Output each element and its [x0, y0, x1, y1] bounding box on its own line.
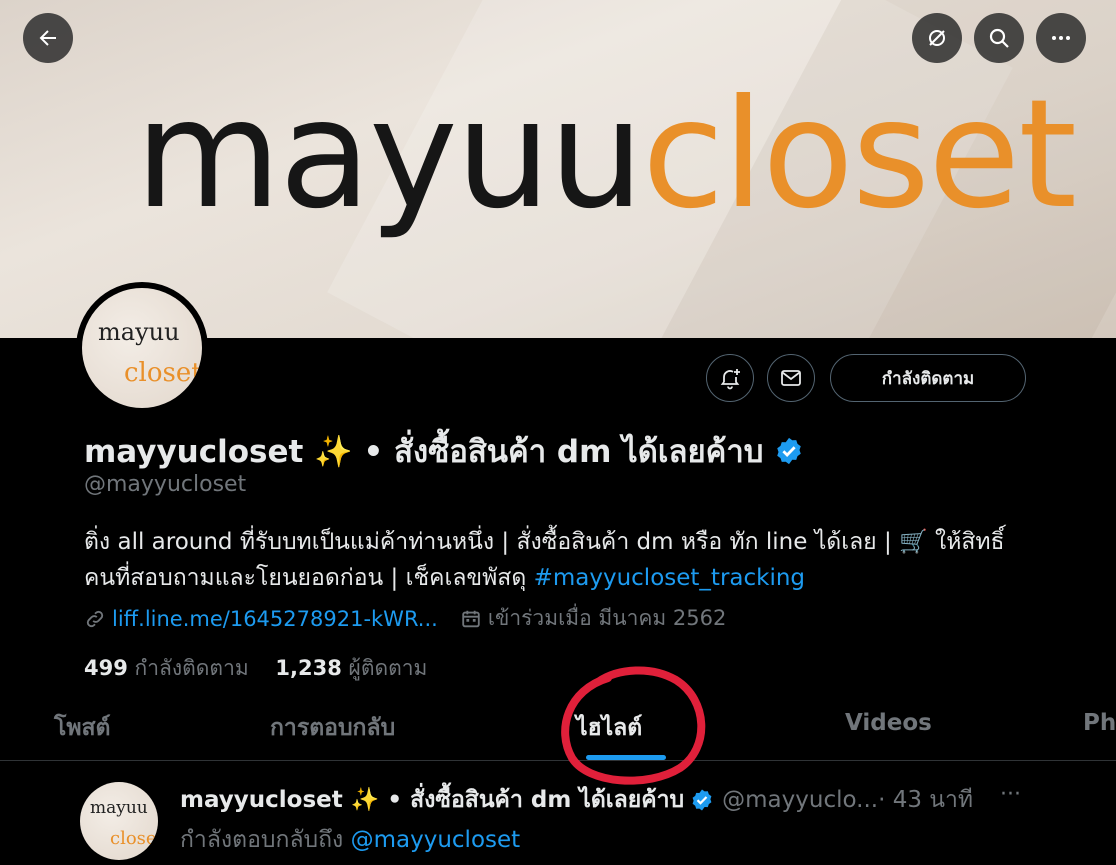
display-name-text: mayyucloset ✨ • สั่งซื้อสินค้า dm ได้เลย… — [84, 434, 764, 470]
tab-replies[interactable]: การตอบกลับ — [270, 710, 395, 746]
following-count: 499 — [84, 656, 128, 680]
avatar-image: mayuu closet — [82, 288, 202, 408]
banner-logo-word-mayuu: mayuu — [135, 68, 644, 242]
notify-button[interactable] — [706, 354, 754, 402]
following-stat[interactable]: 499 กำลังติดตาม — [84, 656, 249, 680]
post-time[interactable]: · 43 นาที — [878, 782, 973, 818]
joined-date: เข้าร่วมเมื่อ มีนาคม 2562 — [487, 606, 727, 630]
grok-button[interactable] — [912, 13, 962, 63]
banner-logo-word-closet: closet — [641, 68, 1077, 242]
profile-stats: 499 กำลังติดตาม 1,238 ผู้ติดตาม — [84, 652, 427, 685]
red-circle-annotation — [561, 666, 706, 785]
grok-icon — [929, 30, 945, 46]
followers-count: 1,238 — [275, 656, 342, 680]
post-avatar-text-closet: closet — [110, 828, 158, 849]
reply-to-handle-link[interactable]: @mayyucloset — [351, 827, 521, 853]
more-horizontal-icon — [1052, 36, 1070, 40]
post-header: mayyucloset ✨ • สั่งซื้อสินค้า dm ได้เลย… — [180, 782, 973, 818]
more-button[interactable] — [1036, 13, 1086, 63]
display-name: mayyucloset ✨ • สั่งซื้อสินค้า dm ได้เลย… — [84, 426, 804, 476]
post-avatar[interactable]: mayuu closet — [80, 782, 158, 860]
profile-meta: liff.line.me/1645278921-kWR... เข้าร่วมเ… — [84, 602, 726, 635]
post-author-handle[interactable]: @mayyuclo... — [722, 787, 878, 813]
tab-videos[interactable]: Videos — [845, 710, 932, 736]
following-button[interactable]: กำลังติดตาม — [830, 354, 1026, 402]
profile-website-link[interactable]: liff.line.me/1645278921-kWR... — [112, 607, 438, 631]
avatar-text-mayuu: mayuu — [98, 318, 180, 346]
search-icon — [989, 28, 1009, 48]
calendar-icon — [462, 610, 480, 627]
message-button[interactable] — [767, 354, 815, 402]
bell-plus-icon — [720, 369, 740, 390]
avatar-text-closet: closet — [124, 358, 202, 388]
followers-label: ผู้ติดตาม — [348, 656, 428, 680]
profile-handle: @mayyucloset — [84, 472, 247, 497]
link-icon — [86, 610, 104, 627]
envelope-icon — [781, 370, 801, 386]
tab-posts[interactable]: โพสต์ — [54, 710, 111, 746]
followers-stat[interactable]: 1,238 ผู้ติดตาม — [275, 656, 427, 680]
tab-photos[interactable]: Ph — [1083, 710, 1116, 736]
back-button[interactable] — [23, 13, 73, 63]
search-button[interactable] — [974, 13, 1024, 63]
reply-prefix: กำลังตอบกลับถึง — [180, 827, 351, 853]
arrow-left-icon — [39, 30, 56, 46]
following-label: กำลังติดตาม — [134, 656, 249, 680]
profile-avatar[interactable]: mayuu closet — [76, 282, 208, 414]
post-avatar-text-mayuu: mayuu — [90, 798, 148, 818]
verified-badge-icon[interactable] — [774, 436, 804, 466]
replying-to: กำลังตอบกลับถึง @mayyucloset — [180, 822, 520, 858]
post-author-name[interactable]: mayyucloset ✨ • สั่งซื้อสินค้า dm ได้เลย… — [180, 782, 684, 818]
verified-badge-icon — [692, 789, 712, 811]
post-more-icon[interactable]: ··· — [1000, 782, 1021, 807]
bio-hashtag-link[interactable]: #mayyucloset_tracking — [534, 565, 805, 591]
profile-bio: ติ่ง all around ที่รับบทเป็นแม่ค้าท่านหน… — [84, 524, 1024, 596]
banner-logo: mayuucloset — [135, 68, 1077, 260]
